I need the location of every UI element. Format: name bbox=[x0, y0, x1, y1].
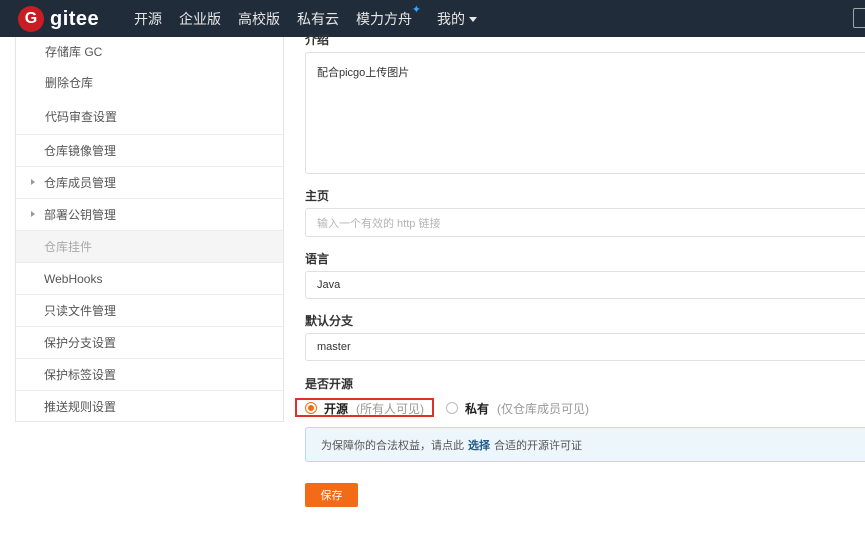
highlight-box bbox=[295, 398, 434, 417]
top-right-icon[interactable] bbox=[853, 8, 865, 28]
sidebar-item-webhooks[interactable]: WebHooks bbox=[16, 262, 283, 294]
gitee-logo[interactable]: G gitee bbox=[18, 6, 99, 32]
chevron-down-icon bbox=[469, 17, 477, 23]
radio-private-label: 私有 bbox=[465, 401, 490, 416]
language-select[interactable]: Java bbox=[305, 271, 865, 299]
sidebar-item-deploy-keys[interactable]: 部署公钥管理 bbox=[16, 198, 283, 230]
sidebar-item-members[interactable]: 仓库成员管理 bbox=[16, 166, 283, 198]
sidebar-item-delete-repo[interactable]: 删除仓库 bbox=[16, 66, 283, 99]
nav-open-source[interactable]: 开源 bbox=[134, 9, 162, 29]
homepage-placeholder: 输入一个有效的 http 链接 bbox=[317, 217, 441, 230]
sidebar-item-members-label: 仓库成员管理 bbox=[44, 176, 117, 190]
sidebar-item-protected-branches[interactable]: 保护分支设置 bbox=[16, 326, 283, 358]
nav-me-dropdown[interactable]: 我的 bbox=[437, 9, 477, 29]
homepage-label: 主页 bbox=[305, 189, 330, 203]
save-button[interactable]: 保存 bbox=[305, 483, 358, 507]
top-navbar: G gitee 开源 企业版 高校版 私有云 模力方舟 ✦ 我的 bbox=[0, 0, 865, 37]
homepage-input[interactable]: 输入一个有效的 http 链接 bbox=[305, 208, 865, 237]
sidebar-item-deploy-keys-label: 部署公钥管理 bbox=[44, 208, 117, 222]
nav-moli-label: 模力方舟 bbox=[356, 10, 412, 27]
nav-moli[interactable]: 模力方舟 ✦ bbox=[356, 4, 421, 29]
sparkle-icon: ✦ bbox=[411, 3, 421, 16]
sidebar-item-readonly-files[interactable]: 只读文件管理 bbox=[16, 294, 283, 326]
radio-private-hint: (仅仓库成员可见) bbox=[497, 401, 590, 416]
visibility-label: 是否开源 bbox=[305, 377, 354, 391]
sidebar-item-widgets[interactable]: 仓库挂件 bbox=[16, 230, 283, 262]
language-label: 语言 bbox=[305, 252, 330, 266]
license-notice: 为保障你的合法权益，请点此 选择 合适的开源许可证 bbox=[305, 427, 865, 462]
sidebar-item-push-rules[interactable]: 推送规则设置 bbox=[16, 390, 283, 422]
gitee-logo-text: gitee bbox=[50, 7, 100, 30]
default-branch-select[interactable]: master bbox=[305, 333, 865, 361]
caret-right-icon bbox=[31, 179, 35, 185]
radio-private[interactable] bbox=[446, 402, 459, 414]
sidebar-item-mirror[interactable]: 仓库镜像管理 bbox=[16, 134, 283, 166]
license-notice-text-after: 合适的开源许可证 bbox=[494, 439, 582, 452]
nav-education[interactable]: 高校版 bbox=[238, 9, 280, 29]
nav-enterprise[interactable]: 企业版 bbox=[179, 9, 221, 29]
nav-private-cloud[interactable]: 私有云 bbox=[297, 9, 339, 29]
intro-textarea[interactable]: 配合picgo上传图片 bbox=[305, 52, 865, 174]
sidebar-item-protected-tags[interactable]: 保护标签设置 bbox=[16, 358, 283, 390]
caret-right-icon bbox=[31, 211, 35, 217]
gitee-logo-icon: G bbox=[18, 6, 44, 32]
nav-me-label: 我的 bbox=[437, 10, 465, 27]
intro-label: 介绍 bbox=[305, 33, 330, 47]
sidebar-item-gc[interactable]: 存储库 GC bbox=[16, 37, 283, 66]
license-select-link[interactable]: 选择 bbox=[468, 437, 490, 453]
default-branch-label: 默认分支 bbox=[305, 314, 354, 328]
license-notice-text: 为保障你的合法权益，请点此 bbox=[321, 439, 464, 452]
settings-sidebar: 存储库 GC 删除仓库 代码审查设置 仓库镜像管理 仓库成员管理 部署公钥管理 … bbox=[15, 37, 284, 422]
sidebar-item-code-review[interactable]: 代码审查设置 bbox=[16, 99, 283, 134]
